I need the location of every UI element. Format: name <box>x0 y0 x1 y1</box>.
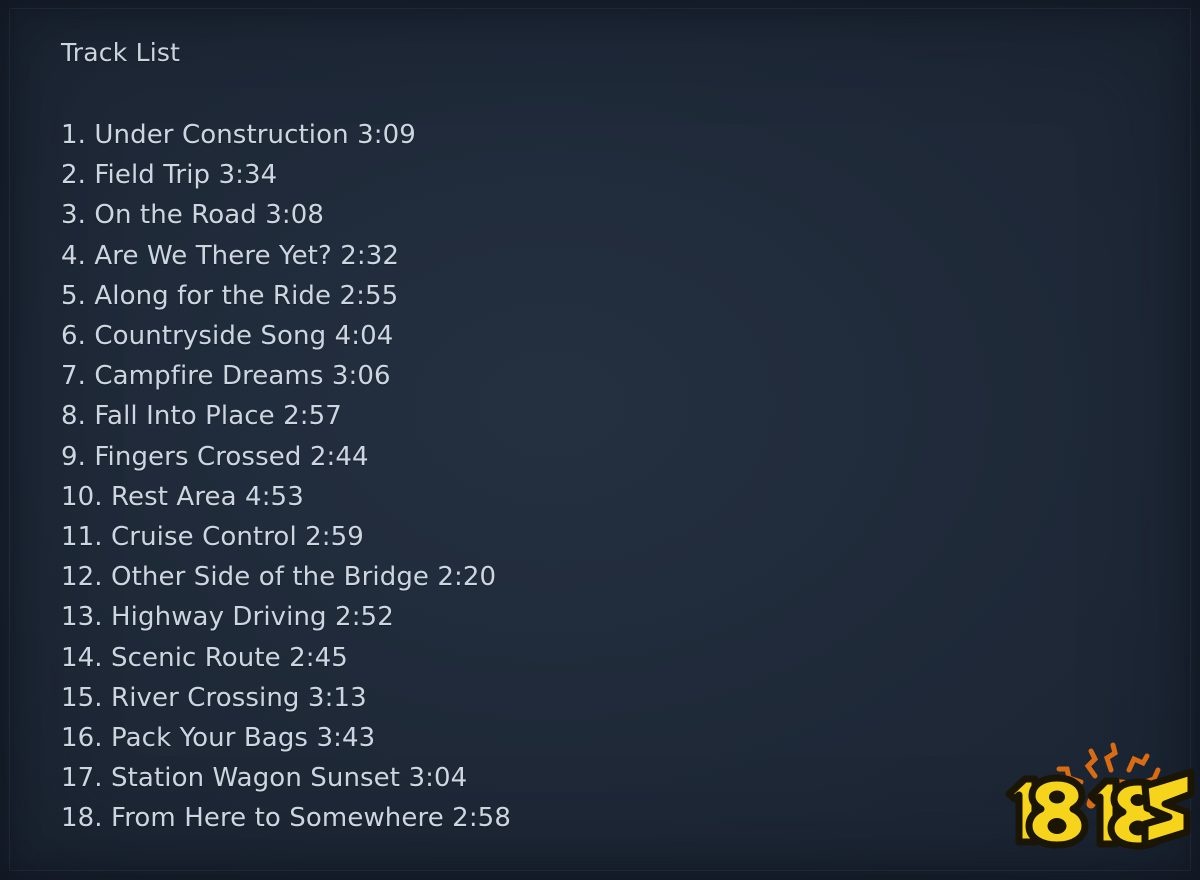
track-number: 5. <box>61 280 87 311</box>
track-title: River Crossing <box>111 682 300 713</box>
track-number: 6. <box>61 321 87 352</box>
track-number: 7. <box>61 361 87 392</box>
sun-spiral-icon <box>1086 779 1150 809</box>
track-duration: 2:32 <box>340 240 400 271</box>
track-title: Highway Driving <box>111 602 327 633</box>
track-list-item: 14. Scenic Route 2:45 <box>61 638 961 678</box>
watermark-logo-svg <box>1005 742 1195 850</box>
track-duration: 3:43 <box>316 723 376 754</box>
track-number: 13. <box>61 602 103 633</box>
track-list-item: 12. Other Side of the Bridge 2:20 <box>61 557 961 597</box>
track-title: Cruise Control <box>111 522 297 553</box>
track-duration: 2:20 <box>437 562 497 593</box>
track-number: 8. <box>61 401 87 432</box>
track-number: 10. <box>61 481 103 512</box>
track-list-item: 15. River Crossing 3:13 <box>61 678 961 718</box>
sun-burst-icon <box>1056 742 1168 819</box>
track-number: 18. <box>61 803 103 834</box>
track-duration: 3:08 <box>265 200 325 231</box>
track-number: 9. <box>61 441 87 472</box>
track-duration: 2:58 <box>452 803 511 834</box>
track-list-item: 18. From Here to Somewhere 2:58 <box>61 798 961 838</box>
track-number: 17. <box>61 763 103 794</box>
track-number: 16. <box>61 723 103 754</box>
track-list-item: 1. Under Construction 3:09 <box>61 115 961 155</box>
track-list-item: 13. Highway Driving 2:52 <box>61 597 961 637</box>
track-list-item: 10. Rest Area 4:53 <box>61 477 961 517</box>
track-title: Station Wagon Sunset <box>111 763 401 794</box>
track-list-item: 7. Campfire Dreams 3:06 <box>61 356 961 396</box>
watermark-18183 <box>995 742 1195 852</box>
track-duration: 3:13 <box>307 682 367 713</box>
track-number: 4. <box>61 240 87 271</box>
track-list-screen: Track List 1. Under Construction 3:09 2. … <box>0 0 1200 880</box>
track-title: Are We There Yet? <box>94 240 332 271</box>
track-duration: 3:06 <box>331 361 391 392</box>
track-duration: 3:04 <box>408 763 468 794</box>
track-number: 2. <box>61 160 87 191</box>
track-duration: 2:44 <box>309 441 369 472</box>
track-duration: 2:55 <box>339 280 399 311</box>
watermark-counters <box>1047 790 1147 836</box>
track-list-item: 9. Fingers Crossed 2:44 <box>61 437 961 477</box>
track-title: Fingers Crossed <box>94 441 302 472</box>
page-title: Track List <box>61 38 181 67</box>
track-title: Under Construction <box>94 120 349 150</box>
track-duration: 2:45 <box>289 642 348 673</box>
track-list-item: 2. Field Trip 3:34 <box>61 155 961 195</box>
track-title: Scenic Route <box>111 642 281 673</box>
track-list: 1. Under Construction 3:09 2. Field Trip … <box>61 115 961 839</box>
track-list-item: 11. Cruise Control 2:59 <box>61 517 961 557</box>
track-list-item: 6. Countryside Song 4:04 <box>61 316 961 356</box>
track-title: Rest Area <box>111 481 237 512</box>
track-title: Pack Your Bags <box>111 723 309 754</box>
watermark-text-18183 <box>1005 768 1195 850</box>
track-number: 14. <box>61 642 103 673</box>
track-number: 12. <box>61 562 103 593</box>
track-list-item: 16. Pack Your Bags 3:43 <box>61 718 961 758</box>
track-title: Countryside Song <box>94 321 327 352</box>
track-number: 3. <box>61 200 87 231</box>
track-title: Field Trip <box>94 160 211 191</box>
track-duration: 4:04 <box>334 321 394 352</box>
track-title: Other Side of the Bridge <box>111 562 430 593</box>
content-area: Track List 1. Under Construction 3:09 2. … <box>61 36 961 839</box>
track-duration: 3:34 <box>218 160 278 191</box>
track-title: Campfire Dreams <box>94 361 324 392</box>
track-number: 11. <box>61 522 103 553</box>
track-duration: 2:57 <box>283 401 342 432</box>
track-duration: 3:09 <box>357 120 416 150</box>
track-title: On the Road <box>94 200 257 231</box>
track-duration: 4:53 <box>245 481 304 512</box>
track-title: Fall Into Place <box>94 401 275 432</box>
track-list-item: 5. Along for the Ride 2:55 <box>61 276 961 316</box>
track-list-item: 17. Station Wagon Sunset 3:04 <box>61 758 961 798</box>
track-list-item: 4. Are We There Yet? 2:32 <box>61 236 961 276</box>
track-number: 15. <box>61 682 103 713</box>
track-title: Along for the Ride <box>94 280 332 311</box>
track-list-item: 3. On the Road 3:08 <box>61 195 961 235</box>
track-title: From Here to Somewhere <box>111 803 444 834</box>
track-duration: 2:59 <box>305 522 364 553</box>
track-list-item: 8. Fall Into Place 2:57 <box>61 396 961 436</box>
track-number: 1. <box>61 120 87 150</box>
track-duration: 2:52 <box>335 602 394 633</box>
